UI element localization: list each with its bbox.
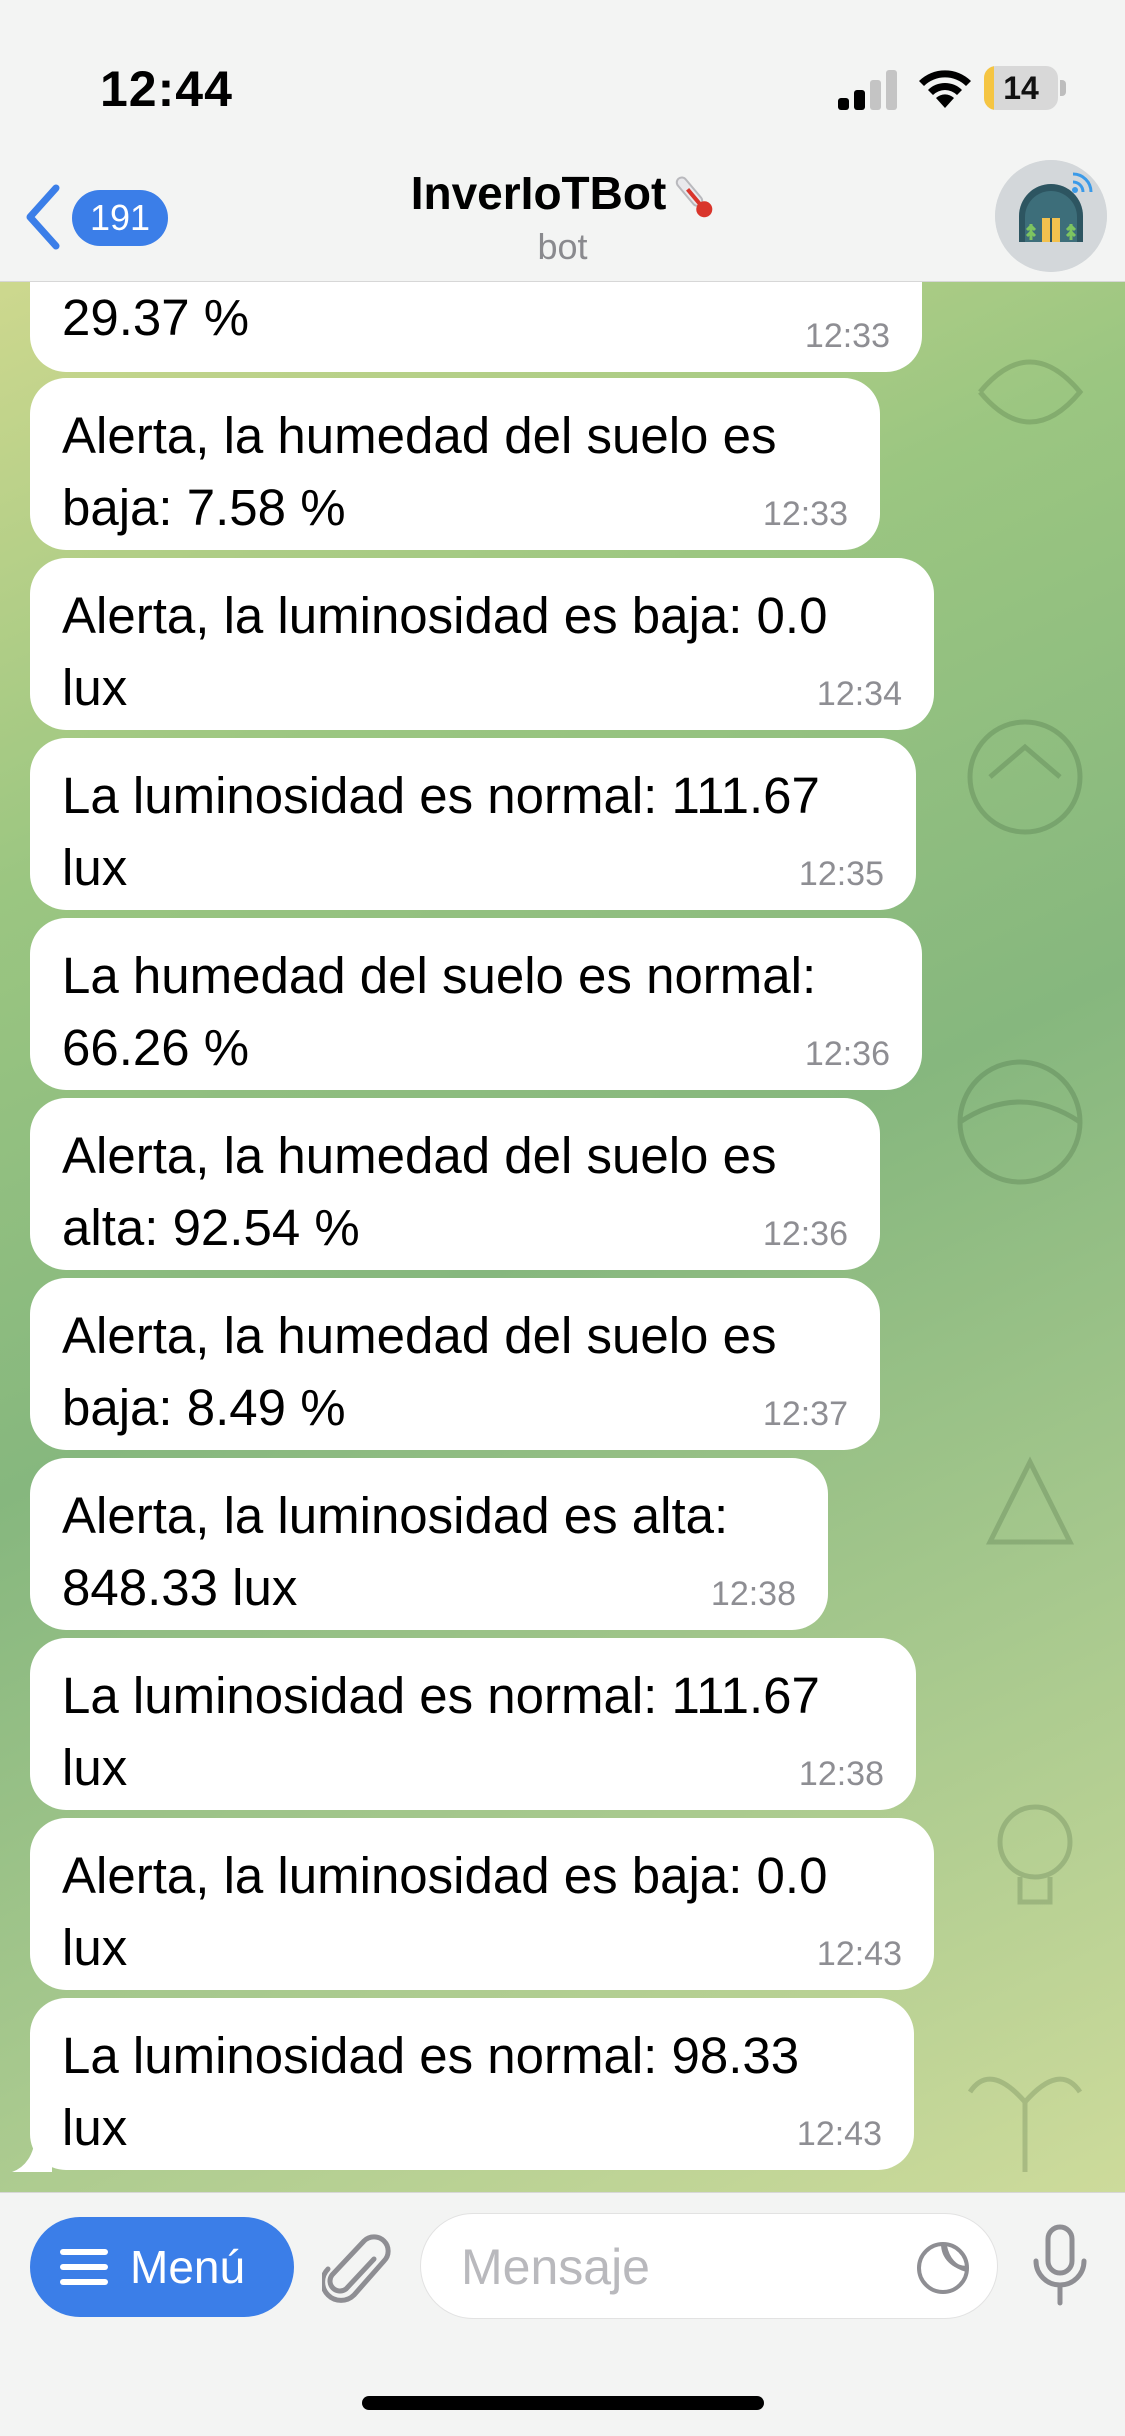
message-bubble[interactable]: La luminosidad es normal: 111.67 lux 12:3… bbox=[30, 738, 916, 910]
menu-icon bbox=[60, 2249, 108, 2285]
thermometer-icon bbox=[676, 176, 713, 218]
microphone-icon[interactable] bbox=[1030, 2223, 1090, 2309]
sticker-icon[interactable] bbox=[915, 2240, 971, 2296]
battery-icon: 14 bbox=[984, 66, 1066, 110]
wifi-icon bbox=[919, 70, 971, 108]
message-bubble[interactable]: Alerta, la luminosidad es baja: 0.0 lux 1… bbox=[30, 1818, 934, 1990]
message-bubble[interactable]: 29.37 % 12:33 bbox=[30, 282, 922, 372]
chat-title: InverIoTBot bbox=[410, 167, 667, 219]
menu-button[interactable]: Menú bbox=[30, 2217, 294, 2317]
doodle-icon bbox=[957, 1059, 1083, 1185]
chat-subtitle: bot bbox=[537, 226, 588, 267]
status-time: 12:44 bbox=[100, 61, 233, 117]
message-bubble[interactable]: Alerta, la humedad del suelo es baja: 7.… bbox=[30, 378, 880, 550]
doodle-icon bbox=[967, 719, 1083, 835]
greenhouse-avatar-icon[interactable] bbox=[995, 160, 1107, 272]
doodle-icon bbox=[997, 1804, 1073, 1905]
message-timestamp: 12:38 bbox=[798, 1755, 884, 1793]
battery-percentage: 14 bbox=[1003, 70, 1039, 106]
message-timestamp: 12:38 bbox=[710, 1575, 796, 1613]
message-text: La luminosidad es normal: 98.33 lux bbox=[62, 2027, 800, 2156]
message-timestamp: 12:36 bbox=[762, 1215, 848, 1253]
message-text: Alerta, la luminosidad es baja: 0.0 lux bbox=[62, 587, 828, 716]
message-timestamp: 12:36 bbox=[804, 1035, 890, 1073]
message-text: Alerta, la humedad del suelo es baja: 8.… bbox=[62, 1307, 777, 1436]
message-timestamp: 12:35 bbox=[798, 855, 884, 893]
message-text: La humedad del suelo es normal: 66.26 % bbox=[62, 947, 817, 1076]
message-timestamp: 12:43 bbox=[796, 2115, 882, 2153]
message-placeholder: Mensaje bbox=[461, 2239, 650, 2295]
message-bubble[interactable]: Alerta, la humedad del suelo es baja: 8.… bbox=[30, 1278, 880, 1450]
message-timestamp: 12:37 bbox=[762, 1395, 848, 1433]
message-text: Alerta, la humedad del suelo es baja: 7.… bbox=[62, 407, 777, 536]
doodle-icon bbox=[985, 1456, 1075, 1545]
message-text: Alerta, la luminosidad es baja: 0.0 lux bbox=[62, 1847, 828, 1976]
message-bubble[interactable]: Alerta, la luminosidad es baja: 0.0 lux 1… bbox=[30, 558, 934, 730]
message-input[interactable]: Mensaje bbox=[420, 2213, 998, 2319]
message-timestamp: 12:33 bbox=[762, 495, 848, 533]
message-bubble[interactable]: Alerta, la humedad del suelo es alta: 92… bbox=[30, 1098, 880, 1270]
message-bubble[interactable]: La luminosidad es normal: 111.67 lux 12:3… bbox=[30, 1638, 916, 1810]
doodle-icon bbox=[967, 2076, 1083, 2172]
menu-button-label: Menú bbox=[130, 2241, 246, 2293]
message-text: Alerta, la luminosidad es alta: 848.33 l… bbox=[62, 1487, 729, 1616]
bubble-tail bbox=[12, 2132, 52, 2172]
message-timestamp: 12:43 bbox=[816, 1935, 902, 1973]
chat-header: 191 InverIoTBot bot bbox=[0, 160, 1125, 282]
message-timestamp: 12:33 bbox=[804, 317, 890, 355]
doodle-icon bbox=[978, 359, 1084, 425]
message-text: La luminosidad es normal: 111.67 lux bbox=[62, 1667, 820, 1796]
chat-messages-area[interactable]: 29.37 % 12:33 Alerta, la humedad del suelo… bbox=[0, 282, 1125, 2192]
signal-icon bbox=[838, 70, 897, 110]
message-text: Alerta, la humedad del suelo es alta: 92… bbox=[62, 1127, 777, 1256]
message-text: La luminosidad es normal: 111.67 lux bbox=[62, 767, 820, 896]
status-bar: 12:44 14 bbox=[0, 0, 1125, 160]
home-indicator[interactable] bbox=[362, 2396, 764, 2410]
chat-title-container[interactable]: InverIoTBot bbox=[0, 166, 1125, 223]
message-bubble[interactable]: Alerta, la luminosidad es alta: 848.33 l… bbox=[30, 1458, 828, 1630]
message-bubble[interactable]: La humedad del suelo es normal: 66.26 % 1… bbox=[30, 918, 922, 1090]
paperclip-icon[interactable] bbox=[322, 2233, 392, 2309]
message-text: 29.37 % bbox=[62, 289, 250, 346]
message-timestamp: 12:34 bbox=[816, 675, 902, 713]
message-bubble[interactable]: La luminosidad es normal: 98.33 lux 12:43 bbox=[12, 1998, 914, 2172]
